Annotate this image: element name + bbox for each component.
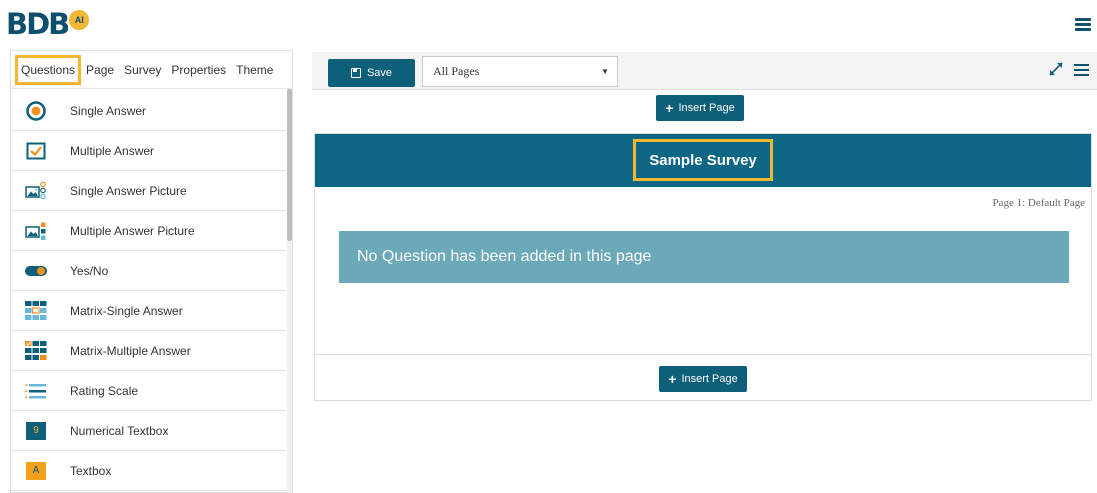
- question-type-label: Matrix-Multiple Answer: [70, 343, 191, 358]
- question-type-single-answer[interactable]: Single Answer: [11, 91, 286, 131]
- rating-scale-icon: [25, 380, 47, 402]
- card-divider: [315, 354, 1091, 355]
- matrix-multiple-icon: [25, 340, 47, 362]
- question-type-label: Single Answer Picture: [70, 183, 187, 198]
- question-type-textbox[interactable]: A Textbox: [11, 451, 286, 491]
- insert-page-button-bottom[interactable]: + Insert Page: [659, 366, 747, 392]
- logo-text: BDB: [6, 7, 70, 41]
- question-type-label: Numerical Textbox: [70, 423, 169, 438]
- survey-header-band: Sample Survey: [315, 134, 1091, 187]
- chevron-down-icon: ▼: [601, 67, 609, 76]
- question-type-list: Single Answer Multiple Answer Single Ans…: [11, 91, 286, 491]
- designer-toolbar: Save All Pages ▼: [312, 52, 1097, 90]
- options-menu-icon[interactable]: [1074, 64, 1089, 77]
- question-type-numerical-textbox[interactable]: 9 Numerical Textbox: [11, 411, 286, 451]
- question-type-multiple-answer-picture[interactable]: Multiple Answer Picture: [11, 211, 286, 251]
- survey-title[interactable]: Sample Survey: [633, 139, 773, 181]
- radio-icon: [25, 100, 47, 122]
- textbox-icon: A: [25, 460, 47, 482]
- question-type-matrix-multiple[interactable]: Matrix-Multiple Answer: [11, 331, 286, 371]
- numerical-textbox-icon: 9: [25, 420, 47, 442]
- tab-questions[interactable]: Questions: [15, 54, 82, 85]
- tab-page[interactable]: Page: [81, 55, 119, 85]
- question-type-label: Single Answer: [70, 103, 147, 118]
- expand-icon[interactable]: [1049, 62, 1063, 76]
- question-type-label: Multiple Answer Picture: [70, 223, 195, 238]
- textbox-glyph: A: [26, 461, 46, 480]
- question-type-single-answer-picture[interactable]: Single Answer Picture: [11, 171, 286, 211]
- plus-icon: +: [668, 371, 677, 387]
- main-menu-icon[interactable]: [1075, 18, 1091, 31]
- question-type-label: Multiple Answer: [70, 143, 155, 158]
- top-bar: BDB AI: [0, 0, 1097, 48]
- empty-page-message: No Question has been added in this page: [339, 231, 1069, 283]
- palette-scrollbar[interactable]: [287, 89, 292, 493]
- checkbox-icon: [25, 140, 47, 162]
- question-type-rating-scale[interactable]: Rating Scale: [11, 371, 286, 411]
- save-label: Save: [366, 67, 393, 79]
- question-type-label: Textbox: [70, 463, 112, 478]
- question-type-matrix-single[interactable]: Matrix-Single Answer: [11, 291, 286, 331]
- question-type-multiple-answer[interactable]: Multiple Answer: [11, 131, 286, 171]
- insert-page-label: Insert Page: [681, 373, 738, 385]
- tab-survey[interactable]: Survey: [119, 55, 166, 85]
- survey-page-card: Sample Survey Page 1: Default Page No Qu…: [314, 133, 1092, 401]
- question-type-label: Matrix-Single Answer: [70, 303, 183, 318]
- question-type-yes-no[interactable]: Yes/No: [11, 251, 286, 291]
- palette-tabs: Questions Page Survey Properties Theme: [11, 51, 292, 89]
- page-label: Page 1: Default Page: [992, 197, 1085, 209]
- tab-properties[interactable]: Properties: [166, 55, 231, 85]
- save-icon: [350, 68, 361, 78]
- insert-page-button-top[interactable]: + Insert Page: [656, 95, 744, 121]
- save-button[interactable]: Save: [328, 59, 415, 87]
- palette-scroll-thumb[interactable]: [287, 89, 292, 241]
- logo-badge: AI: [69, 10, 90, 30]
- matrix-single-icon: [25, 300, 47, 322]
- toggle-icon: [25, 260, 47, 282]
- tab-theme[interactable]: Theme: [231, 55, 278, 85]
- numerical-textbox-glyph: 9: [26, 421, 46, 440]
- picture-checkbox-icon: [25, 220, 47, 242]
- plus-icon: +: [665, 100, 674, 116]
- question-palette: Questions Page Survey Properties Theme S…: [10, 50, 293, 493]
- picture-radio-icon: [25, 180, 47, 202]
- insert-page-label: Insert Page: [678, 102, 735, 114]
- question-type-label: Yes/No: [70, 263, 109, 278]
- page-filter-select[interactable]: All Pages ▼: [422, 56, 618, 87]
- question-type-label: Rating Scale: [70, 383, 139, 398]
- app-logo[interactable]: BDB AI: [6, 4, 90, 44]
- page-filter-value: All Pages: [433, 64, 480, 78]
